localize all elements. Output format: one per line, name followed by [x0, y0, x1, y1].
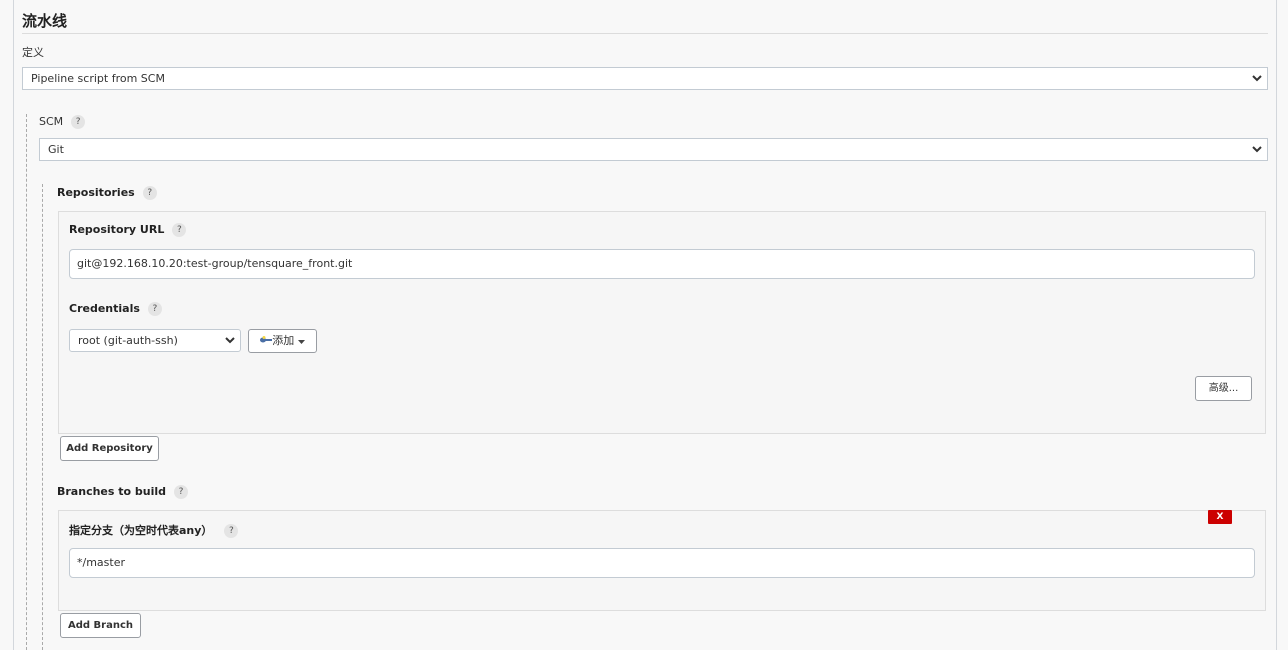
chevron-down-icon — [1251, 139, 1263, 160]
key-icon — [260, 330, 273, 352]
add-branch-button[interactable]: Add Branch — [60, 613, 141, 638]
repository-url-label: Repository URL? — [69, 223, 187, 237]
add-credentials-label: 添加 — [272, 334, 295, 347]
scm-select-value: Git — [48, 143, 64, 156]
credentials-label: Credentials? — [69, 302, 162, 316]
definition-select[interactable]: Pipeline script from SCM — [22, 67, 1268, 90]
scm-indent-line — [26, 114, 27, 650]
scm-label-text: SCM — [39, 115, 64, 128]
branch-specifier-input[interactable]: */master — [69, 548, 1255, 578]
section-title: 流水线 — [22, 10, 1268, 34]
scm-label: SCM? — [39, 115, 86, 129]
branches-help-icon[interactable]: ? — [174, 485, 189, 499]
scm-select[interactable]: Git — [39, 138, 1268, 161]
add-repository-button[interactable]: Add Repository — [60, 436, 159, 461]
branches-label-text: Branches to build — [57, 485, 167, 498]
repositories-label-text: Repositories — [57, 186, 135, 199]
scm-help-icon[interactable]: ? — [71, 115, 86, 129]
branch-specifier-label: 指定分支（为空时代表any）? — [69, 522, 239, 538]
add-credentials-button[interactable]: 添加 — [248, 329, 317, 353]
credentials-help-icon[interactable]: ? — [147, 302, 162, 316]
chevron-down-icon — [224, 330, 236, 351]
repositories-help-icon[interactable]: ? — [142, 186, 157, 200]
branches-label: Branches to build? — [57, 485, 189, 499]
definition-select-value: Pipeline script from SCM — [31, 72, 165, 85]
definition-label: 定义 — [22, 46, 44, 59]
branch-specifier-help-icon[interactable]: ? — [224, 524, 239, 538]
delete-branch-button[interactable]: X — [1208, 510, 1232, 524]
credentials-select[interactable]: root (git-auth-ssh) — [69, 329, 241, 352]
advanced-button[interactable]: 高级... — [1195, 376, 1252, 401]
credentials-select-value: root (git-auth-ssh) — [78, 334, 178, 347]
branch-specifier-label-text: 指定分支（为空时代表any） — [69, 524, 213, 537]
page-frame-right-border — [1276, 0, 1277, 650]
repository-url-input[interactable]: git@192.168.10.20:test-group/tensquare_f… — [69, 249, 1255, 279]
repository-url-help-icon[interactable]: ? — [172, 223, 187, 237]
credentials-label-text: Credentials — [69, 302, 140, 315]
repositories-label: Repositories? — [57, 186, 157, 200]
repository-panel — [58, 211, 1266, 434]
caret-down-icon — [297, 330, 305, 352]
repository-url-label-text: Repository URL — [69, 223, 165, 236]
chevron-down-icon — [1251, 68, 1263, 89]
page-frame-left-border — [13, 0, 14, 650]
git-indent-line — [42, 184, 43, 650]
